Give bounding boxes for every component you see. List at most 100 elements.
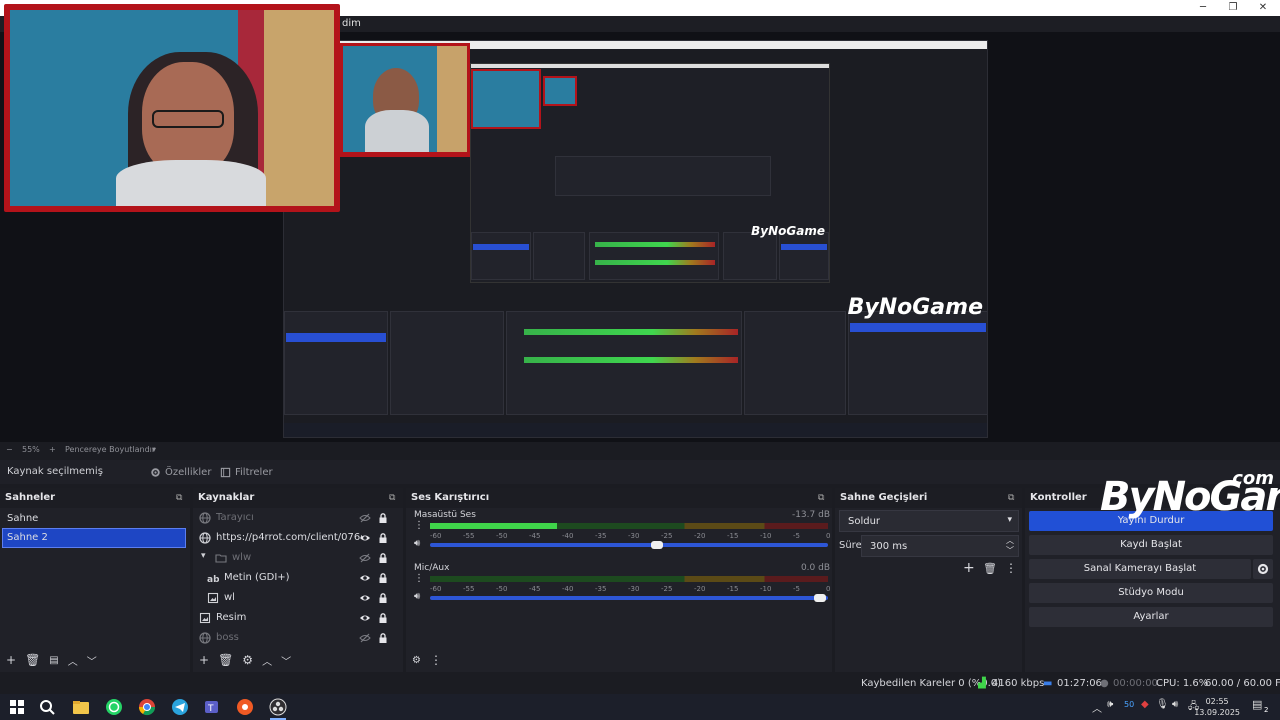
chevron-up-icon[interactable]: ︿ (262, 653, 272, 668)
zoom-out-button[interactable]: − (6, 445, 13, 454)
filters-button[interactable]: Filtreler (220, 464, 273, 480)
undock-icon[interactable]: ⧉ (1008, 493, 1018, 503)
undock-icon[interactable]: ⧉ (389, 493, 399, 503)
volume-meter (430, 576, 828, 582)
window-title: dim (342, 18, 361, 29)
source-label: Metin (GDI+) (224, 572, 290, 583)
teams-icon[interactable]: T (203, 698, 221, 716)
add-source-button[interactable]: + (199, 653, 209, 667)
source-item[interactable]: ab Metin (GDI+) (195, 568, 401, 588)
start-recording-button[interactable]: Kaydı Başlat (1029, 535, 1273, 555)
windows-start-icon[interactable] (8, 698, 26, 716)
duration-spinbox[interactable]: 300 ms ︿ ﹀ (861, 535, 1019, 557)
scale-tick: -20 (694, 585, 706, 593)
lock-icon[interactable] (377, 552, 389, 564)
tray-badge: 50 (1124, 700, 1135, 709)
volume-meter (430, 523, 828, 529)
volume-icon[interactable]: 🔊︎ (1172, 699, 1178, 710)
clock[interactable]: 02:55 13.09.2025 (1194, 696, 1240, 718)
chevron-up-icon[interactable]: ︿ (1092, 700, 1102, 715)
undock-icon[interactable]: ⧉ (176, 493, 186, 503)
start-virtual-camera-button[interactable]: Sanal Kamerayı Başlat (1029, 559, 1251, 579)
lock-icon[interactable] (377, 512, 389, 524)
scene-item-selected[interactable]: Sahne 2 (2, 528, 186, 548)
menu-dots-icon[interactable]: ⋮ (1005, 561, 1017, 575)
lock-icon[interactable] (377, 532, 389, 544)
trash-icon[interactable]: 🗑︎ (25, 653, 40, 667)
scene-item[interactable]: Sahne (2, 509, 188, 529)
volume-slider[interactable] (430, 594, 828, 602)
lock-icon[interactable] (377, 612, 389, 624)
source-item[interactable]: Tarayıcı (195, 508, 401, 528)
volume-slider[interactable] (430, 541, 828, 549)
microphone-icon[interactable]: 🎙︎ (1156, 699, 1169, 710)
brave-icon[interactable] (236, 698, 254, 716)
virtual-camera-settings-button[interactable] (1253, 559, 1273, 579)
settings-button[interactable]: Ayarlar (1029, 607, 1273, 627)
fit-window-dropdown[interactable]: Pencereye Boyutlandır (65, 445, 155, 454)
source-item[interactable]: wl (195, 588, 401, 608)
scale-tick: -30 (628, 585, 640, 593)
scenes-dock: Sahneler ⧉ Sahne Sahne 2 + 🗑︎ ▤ ︿ ﹀ (0, 488, 190, 672)
chevron-down-icon[interactable]: ▾ (201, 551, 213, 563)
nested-logo-large: ByNoGame (847, 295, 983, 320)
spin-arrows-icon[interactable]: ︿ ﹀ (1006, 536, 1014, 556)
restore-button[interactable]: ❐ (1226, 1, 1240, 15)
lock-icon[interactable] (377, 572, 389, 584)
notification-icon[interactable]: ▤ (1252, 698, 1262, 711)
lock-icon[interactable] (377, 632, 389, 644)
add-transition-button[interactable]: + (963, 560, 975, 576)
source-item[interactable]: https://p4rrot.com/client/076e7cf1- (195, 528, 401, 548)
speaker-icon[interactable]: 🔊︎ (414, 591, 420, 602)
file-explorer-icon[interactable] (72, 698, 90, 716)
speaker-icon[interactable]: 🔊︎ (414, 538, 420, 549)
menu-dots-icon[interactable]: ⋮ (430, 653, 442, 667)
chevron-down-icon[interactable]: ﹀ (281, 653, 291, 668)
menu-dots-icon[interactable]: ⋮ (414, 573, 424, 584)
eye-icon[interactable] (359, 592, 371, 604)
channel-name: Masaüstü Ses (414, 510, 476, 520)
eye-hidden-icon[interactable] (359, 632, 371, 644)
eye-hidden-icon[interactable] (359, 512, 371, 524)
close-button[interactable]: ✕ (1256, 1, 1270, 15)
telegram-icon[interactable] (171, 698, 189, 716)
gear-icon[interactable]: ⚙ (242, 653, 253, 667)
zoom-in-button[interactable]: + (49, 445, 56, 454)
eye-hidden-icon[interactable] (359, 552, 371, 564)
search-icon[interactable] (38, 698, 56, 716)
minimize-button[interactable]: ─ (1196, 1, 1210, 15)
transition-select[interactable]: Soldur ▾ (839, 510, 1019, 532)
nested-preview-deep: ByNoGame (470, 63, 830, 283)
tray-app-icon[interactable]: ◆ (1141, 699, 1149, 710)
slider-handle[interactable] (650, 541, 663, 549)
slider-handle[interactable] (814, 594, 827, 602)
chevron-down-icon[interactable]: ▾ (152, 445, 156, 454)
speaker-icon[interactable]: 🕪 (1107, 699, 1113, 710)
filter-icon[interactable]: ▤ (49, 655, 58, 666)
lock-icon[interactable] (377, 592, 389, 604)
eye-icon[interactable] (359, 532, 371, 544)
undock-icon[interactable]: ⧉ (818, 493, 828, 503)
chevron-down-icon[interactable]: ﹀ (87, 653, 97, 668)
whatsapp-icon[interactable] (105, 698, 123, 716)
source-item[interactable]: boss (195, 628, 401, 648)
chevron-up-icon[interactable]: ︿ (68, 653, 78, 668)
scale-tick: -25 (661, 585, 673, 593)
audio-mixer-dock: Ses Karıştırıcı ⧉ Masaüstü Ses -13.7 dB ⋮ -6… (406, 488, 832, 672)
properties-button[interactable]: Özellikler (150, 464, 211, 480)
obs-icon[interactable] (269, 698, 287, 716)
source-item[interactable]: ▾ wlw (195, 548, 401, 568)
source-item[interactable]: Resim (195, 608, 401, 628)
channel-db: 0.0 dB (800, 563, 830, 573)
menu-dots-icon[interactable]: ⋮ (414, 520, 424, 531)
eye-icon[interactable] (359, 612, 371, 624)
add-scene-button[interactable]: + (6, 653, 16, 667)
trash-icon[interactable]: 🗑︎ (983, 562, 997, 575)
trash-icon[interactable]: 🗑︎ (218, 653, 233, 667)
zoom-level: 55% (22, 445, 40, 454)
eye-icon[interactable] (359, 572, 371, 584)
studio-mode-button[interactable]: Stüdyo Modu (1029, 583, 1273, 603)
chrome-icon[interactable] (138, 698, 156, 716)
advanced-audio-icon[interactable]: ⚙ (412, 655, 421, 666)
text-icon: ab (207, 572, 219, 584)
